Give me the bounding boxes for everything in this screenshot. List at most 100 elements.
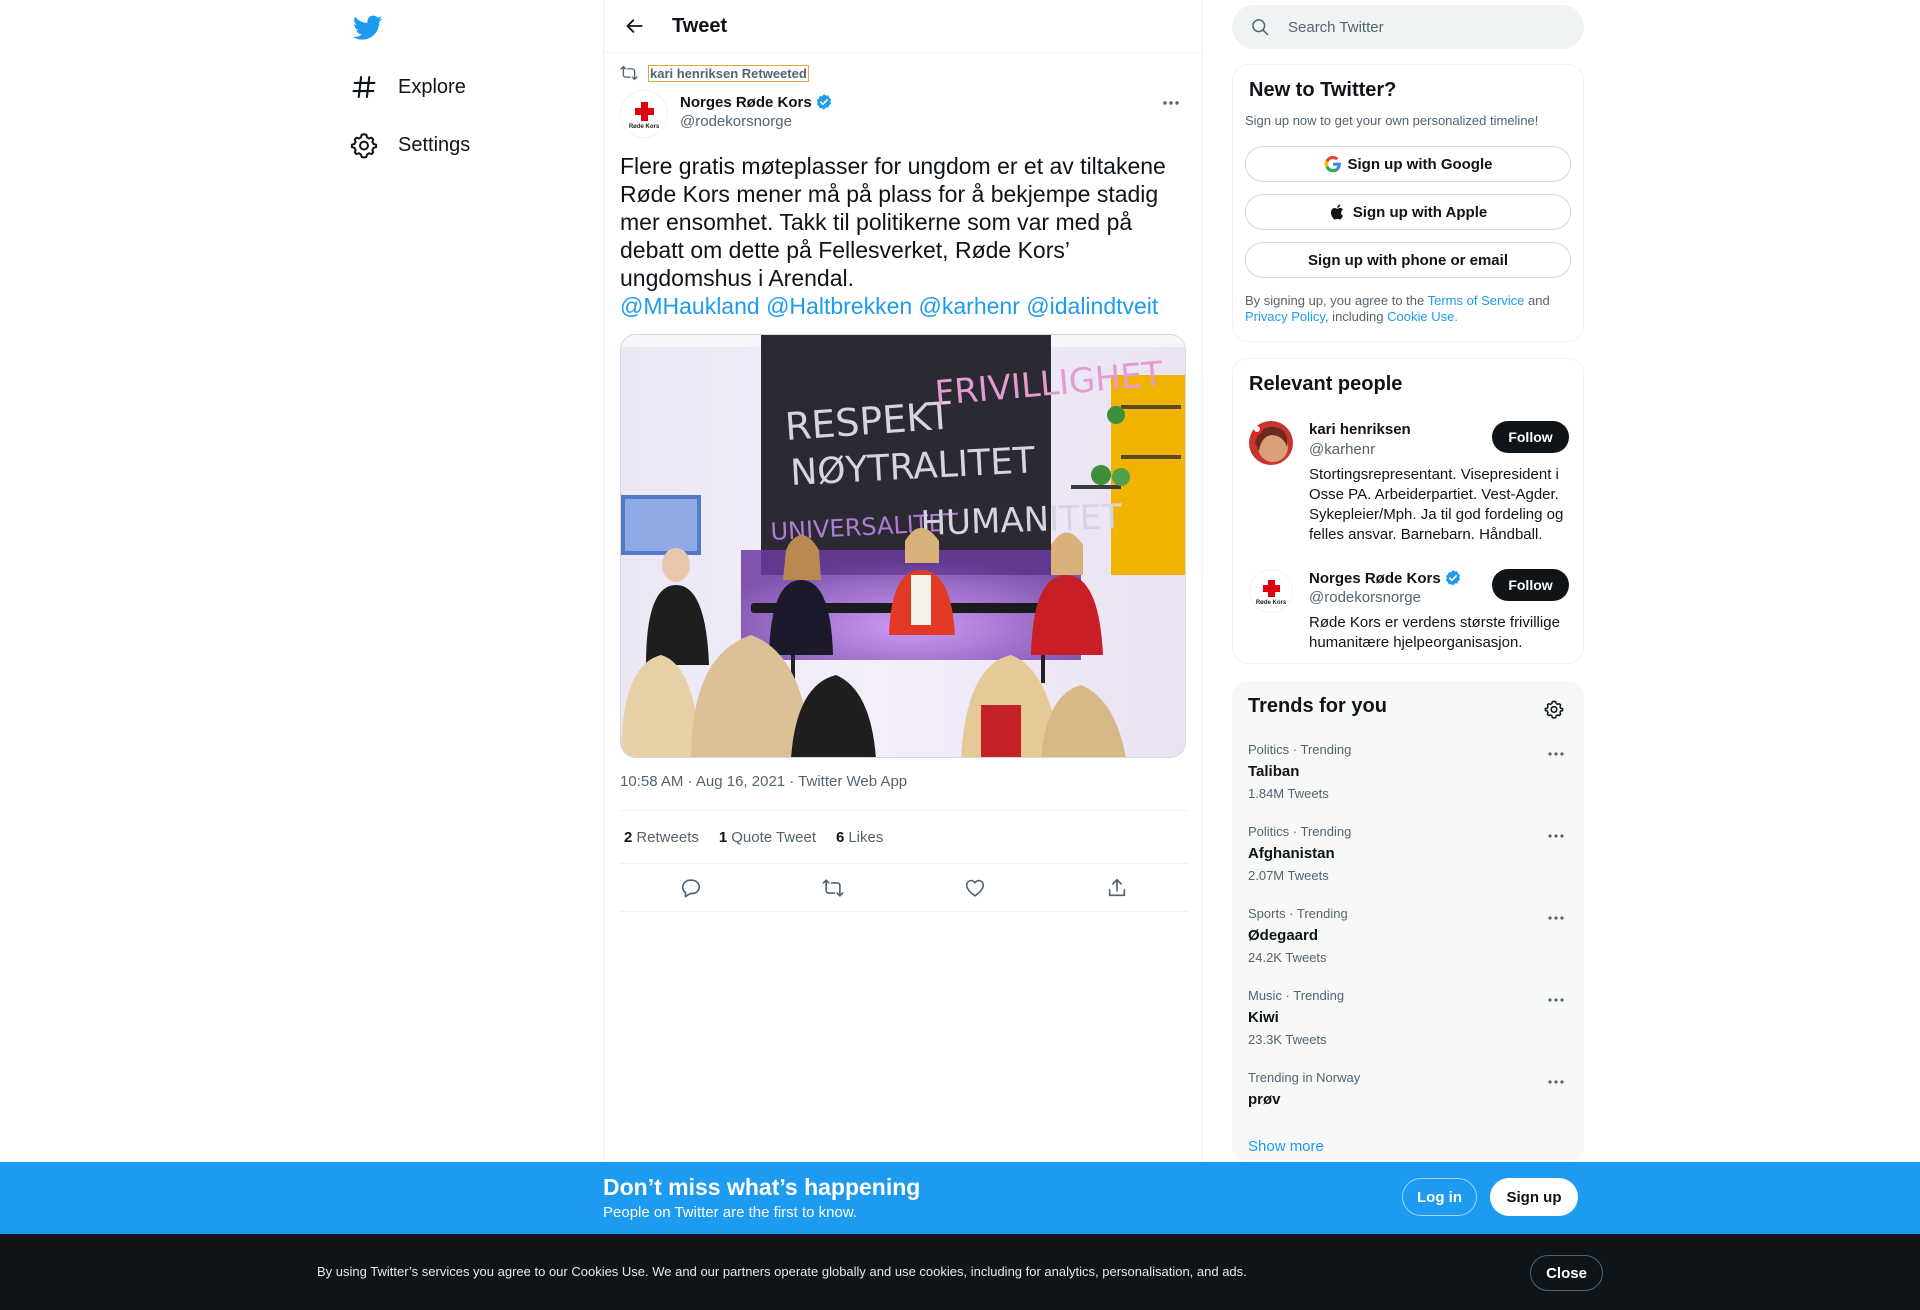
trend-count: 24.2K Tweets	[1248, 950, 1327, 965]
person-name[interactable]: kari henriksen	[1309, 421, 1411, 438]
signup-phone-label: Sign up with phone or email	[1307, 251, 1508, 269]
share-icon	[1108, 878, 1126, 896]
google-icon	[1324, 155, 1342, 173]
trend-item[interactable]: Music · Trending Kiwi 23.3K Tweets	[1248, 988, 1568, 1047]
likes-stat[interactable]: 6 Likes	[836, 829, 883, 846]
person-name[interactable]: Norges Røde Kors	[1309, 570, 1441, 587]
privacy-policy-link[interactable]: Privacy Policy	[1245, 309, 1325, 324]
trend-more-button[interactable]	[1544, 744, 1568, 764]
avatar-logo-text: Røde Kors	[1255, 600, 1287, 606]
avatar[interactable]: Røde Kors	[620, 90, 668, 138]
avatar[interactable]: Røde Kors	[1249, 569, 1293, 613]
signup-apple-button[interactable]: Sign up with Apple	[1245, 194, 1571, 230]
trend-item[interactable]: Politics · Trending Afghanistan 2.07M Tw…	[1248, 824, 1568, 883]
cookie-banner: By using Twitter’s services you agree to…	[0, 1234, 1920, 1310]
new-to-twitter-subtitle: Sign up now to get your own personalized…	[1245, 113, 1539, 128]
retweet-button[interactable]	[814, 869, 852, 907]
legal-including: , including	[1324, 309, 1388, 324]
follow-button[interactable]: Follow	[1492, 569, 1569, 601]
mention-link[interactable]: @Haltbrekken	[766, 293, 912, 319]
tweet-author: Røde Kors Norges Røde Kors @rodekorsnorg…	[620, 90, 1188, 138]
apple-icon	[1329, 203, 1347, 221]
share-button[interactable]	[1098, 869, 1136, 907]
verified-icon	[1444, 569, 1462, 587]
trend-more-button[interactable]	[1544, 990, 1568, 1010]
trend-more-button[interactable]	[1544, 908, 1568, 928]
trend-count: 2.07M Tweets	[1248, 868, 1329, 883]
signup-banner: Don’t miss what’s happening People on Tw…	[0, 1162, 1920, 1234]
more-icon	[1548, 752, 1564, 756]
search-box[interactable]	[1232, 5, 1584, 49]
signup-legal-text: By signing up, you agree to the Terms of…	[1245, 293, 1575, 325]
nav-explore-label: Explore	[398, 75, 466, 98]
back-button[interactable]	[618, 9, 652, 43]
person-bio: Røde Kors er verdens største frivillige …	[1309, 614, 1560, 651]
person-handle[interactable]: @karhenr	[1309, 441, 1375, 458]
trend-context: Politics · Trending	[1248, 824, 1352, 839]
avatar[interactable]	[1249, 421, 1293, 465]
trends-settings-button[interactable]	[1540, 695, 1568, 723]
signup-apple-label: Sign up with Apple	[1352, 203, 1488, 221]
trend-item[interactable]: Sports · Trending Ødegaard 24.2K Tweets	[1248, 906, 1568, 965]
retweet-icon	[620, 64, 638, 82]
trend-more-button[interactable]	[1544, 826, 1568, 846]
hashtag-icon	[350, 73, 378, 101]
signup-button[interactable]: Sign up	[1490, 1178, 1578, 1216]
mention-link[interactable]: @MHaukland	[620, 293, 760, 319]
tweet-photo[interactable]: RESPEKT NØYTRALITET FRIVILLIGHET UNIVERS…	[620, 334, 1186, 758]
trend-item[interactable]: Trending in Norway prøv	[1248, 1070, 1568, 1108]
retweets-stat[interactable]: 2 Retweets	[624, 829, 699, 846]
person-card[interactable]: kari henriksen @karhenr Follow Stortings…	[1249, 421, 1569, 543]
twitter-logo-icon[interactable]	[350, 10, 386, 46]
show-more-trends-link[interactable]: Show more	[1248, 1138, 1324, 1155]
like-button[interactable]	[956, 869, 994, 907]
mention-link[interactable]: @karhenr	[919, 293, 1020, 319]
cookie-close-button[interactable]: Close	[1530, 1255, 1603, 1291]
signup-phone-email-button[interactable]: Sign up with phone or email	[1245, 242, 1571, 278]
trend-context: Trending in Norway	[1248, 1070, 1361, 1085]
author-handle[interactable]: @rodekorsnorge	[680, 113, 833, 130]
trend-context: Music · Trending	[1248, 988, 1345, 1003]
retweeted-by-link[interactable]: kari henriksen Retweeted	[648, 64, 809, 82]
gear-icon	[350, 131, 378, 159]
retweets-label: Retweets	[636, 828, 699, 846]
cookie-use-link[interactable]: Cookie Use.	[1387, 309, 1458, 324]
login-button[interactable]: Log in	[1402, 1178, 1477, 1216]
nav-explore[interactable]: Explore	[350, 63, 466, 111]
trend-more-button[interactable]	[1544, 1072, 1568, 1092]
new-to-twitter-title: New to Twitter?	[1249, 79, 1397, 101]
legal-and: and	[1524, 293, 1550, 308]
reply-icon	[681, 878, 701, 898]
tweet-text: Flere gratis møteplasser for ungdom er e…	[620, 152, 1188, 320]
more-icon	[1548, 998, 1564, 1002]
person-card[interactable]: Røde Kors Norges Røde Kors @rodekorsnorg…	[1249, 569, 1569, 651]
trends-title: Trends for you	[1248, 695, 1387, 717]
search-icon	[1250, 17, 1270, 37]
retweet-icon	[822, 878, 844, 897]
tweet-more-button[interactable]	[1154, 90, 1188, 116]
quotes-label: Quote Tweet	[731, 828, 816, 846]
more-icon	[1548, 834, 1564, 838]
quote-tweets-stat[interactable]: 1 Quote Tweet	[719, 829, 816, 846]
trend-name: prøv	[1248, 1091, 1281, 1108]
author-name[interactable]: Norges Røde Kors	[680, 94, 812, 111]
trend-name: Afghanistan	[1248, 845, 1335, 862]
more-icon	[1163, 101, 1179, 105]
follow-button[interactable]: Follow	[1492, 421, 1569, 453]
chalkboard-word: HUMANITET	[920, 497, 1123, 544]
main-header: Tweet	[604, 0, 1202, 53]
nav-settings[interactable]: Settings	[350, 121, 470, 169]
signup-banner-subtitle: People on Twitter are the first to know.	[603, 1204, 858, 1221]
trend-item[interactable]: Politics · Trending Taliban 1.84M Tweets	[1248, 742, 1568, 801]
mention-link[interactable]: @idalindtveit	[1026, 293, 1158, 319]
tweet-timestamp[interactable]: 10:58 AM · Aug 16, 2021 · Twitter Web Ap…	[620, 773, 907, 790]
person-handle[interactable]: @rodekorsnorge	[1309, 589, 1421, 606]
person-bio: Stortingsrepresentant. Visepresident i O…	[1309, 466, 1564, 543]
signup-google-button[interactable]: Sign up with Google	[1245, 146, 1571, 182]
search-input[interactable]	[1288, 18, 1568, 36]
cookie-notice-text: By using Twitter’s services you agree to…	[317, 1264, 1247, 1279]
terms-of-service-link[interactable]: Terms of Service	[1428, 293, 1525, 308]
tweet-stats: 2 Retweets 1 Quote Tweet 6 Likes	[620, 810, 1188, 864]
tweet-actions	[620, 864, 1188, 912]
reply-button[interactable]	[672, 869, 710, 907]
